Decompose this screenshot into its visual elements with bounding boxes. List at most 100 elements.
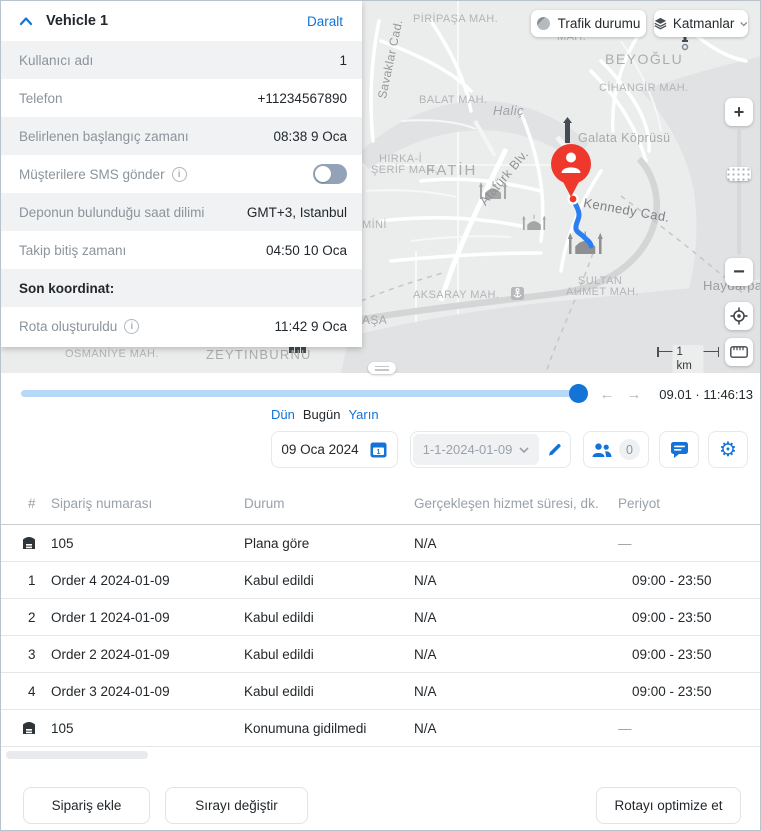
timeline-next-button[interactable]: →	[625, 384, 643, 404]
row-label: Kullanıcı adı	[19, 53, 93, 68]
order-number: Order 4 2024-01-09	[51, 573, 244, 588]
panel-drag-handle[interactable]	[368, 362, 396, 374]
row-label-text: Müşterilere SMS gönder	[19, 167, 165, 182]
change-order-button[interactable]: Sırayı değiştir	[165, 787, 308, 824]
pencil-icon	[547, 441, 563, 458]
date-label: 09 Oca 2024	[281, 442, 358, 457]
order-period: 09:00 - 23:50	[618, 573, 761, 588]
order-period: —	[618, 721, 761, 736]
order-period: —	[618, 536, 761, 551]
col-status: Durum	[244, 496, 414, 511]
zoom-slider-handle[interactable]	[727, 167, 751, 181]
zoom-in-button[interactable]: +	[725, 98, 753, 126]
timeline-handle[interactable]	[569, 384, 588, 403]
row-value: +11234567890	[258, 91, 347, 106]
add-order-button[interactable]: Sipariş ekle	[23, 787, 150, 824]
panel-row: Müşterilere SMS gönder i	[1, 155, 362, 193]
anchor-icon	[511, 287, 524, 300]
order-status: Kabul edildi	[244, 573, 414, 588]
order-service: N/A	[414, 647, 618, 662]
timeline-slider[interactable]	[21, 390, 584, 397]
order-service: N/A	[414, 684, 618, 699]
table-row[interactable]: 2 Order 1 2024-01-09 Kabul edildi N/A 09…	[1, 599, 761, 636]
row-value: 04:50 10 Oca	[266, 243, 347, 258]
row-label: Belirlenen başlangıç zamanı	[19, 129, 189, 144]
route-select[interactable]: 1-1-2024-01-09	[413, 434, 539, 465]
date-picker-button[interactable]: 09 Oca 2024 1	[271, 431, 398, 468]
order-status: Kabul edildi	[244, 610, 414, 625]
order-period: 09:00 - 23:50	[618, 647, 761, 662]
scale-label: 1 km	[673, 345, 704, 373]
order-seq: 3	[1, 647, 51, 662]
edit-route-button[interactable]	[539, 441, 570, 458]
order-period: 09:00 - 23:50	[618, 684, 761, 699]
order-period: 09:00 - 23:50	[618, 610, 761, 625]
timeline-prev-button[interactable]: ←	[598, 384, 616, 404]
panel-header: Vehicle 1 Daralt	[1, 1, 362, 41]
table-row[interactable]: 105 Plana göre N/A —	[1, 525, 761, 562]
row-value: 08:38 9 Oca	[273, 129, 347, 144]
zoom-slider-rail[interactable]	[737, 129, 741, 255]
col-seq: #	[1, 496, 51, 511]
depot-icon	[22, 534, 36, 549]
col-number: Sipariş numarası	[51, 496, 244, 511]
panel-row: Rota oluşturuldu i 11:42 9 Oca	[1, 307, 362, 345]
chat-button[interactable]	[659, 431, 699, 468]
ruler-button[interactable]	[725, 338, 753, 366]
day-link-tomorrow[interactable]: Yarın	[348, 407, 378, 422]
panel-row: Takip bitiş zamanı 04:50 10 Oca	[1, 231, 362, 269]
day-link-yesterday[interactable]: Dün	[271, 407, 295, 422]
couriers-icon	[592, 442, 612, 458]
info-icon[interactable]: i	[124, 319, 139, 334]
calendar-icon: 1	[369, 440, 388, 459]
settings-button[interactable]: ⚙	[708, 431, 748, 468]
panel-row: Kullanıcı adı 1	[1, 41, 362, 79]
couriers-button[interactable]: 0	[583, 431, 649, 468]
zoom-out-button[interactable]: −	[725, 258, 753, 286]
chevron-down-icon	[519, 447, 529, 453]
layers-button[interactable]: Katmanlar	[654, 10, 748, 37]
chat-icon	[670, 441, 689, 458]
order-number: Order 2 2024-01-09	[51, 647, 244, 662]
order-status: Konumuna gidilmedi	[244, 721, 414, 736]
collapse-link[interactable]: Daralt	[307, 14, 343, 29]
day-link-today[interactable]: Bugün	[303, 407, 341, 422]
scale-bar: 1 km	[657, 345, 719, 359]
panel-row: Belirlenen başlangıç zamanı 08:38 9 Oca	[1, 117, 362, 155]
vehicle-panel: Vehicle 1 Daralt Kullanıcı adı 1 Telefon…	[1, 1, 362, 347]
row-label-text: Rota oluşturuldu	[19, 319, 117, 334]
row-value: GMT+3, Istanbul	[247, 205, 347, 220]
chevron-down-icon	[740, 21, 748, 27]
horizontal-scrollbar[interactable]	[6, 751, 148, 759]
layers-label: Katmanlar	[673, 16, 735, 31]
order-number: 105	[51, 721, 244, 736]
app-window: PİRİPAŞA MAH.MAH.BEYOĞLUCİHANGİR MAH.BAL…	[0, 0, 761, 831]
panel-row: Son koordinat:	[1, 269, 362, 307]
row-label: Rota oluşturuldu i	[19, 319, 139, 334]
chevron-up-icon[interactable]	[19, 16, 33, 26]
col-period: Periyot	[618, 496, 761, 511]
order-number: Order 1 2024-01-09	[51, 610, 244, 625]
order-status: Kabul edildi	[244, 684, 414, 699]
geolocate-button[interactable]	[725, 302, 753, 330]
row-label: Müşterilere SMS gönder i	[19, 167, 187, 182]
order-status: Kabul edildi	[244, 647, 414, 662]
order-seq: 4	[1, 684, 51, 699]
geolocate-icon	[730, 307, 748, 325]
table-row[interactable]: 3 Order 2 2024-01-09 Kabul edildi N/A 09…	[1, 636, 761, 673]
route-select-value: 1-1-2024-01-09	[423, 442, 513, 457]
orders-table-body: 105 Plana göre N/A — 1 Order 4 2024-01-0…	[1, 525, 761, 747]
table-row[interactable]: 1 Order 4 2024-01-09 Kabul edildi N/A 09…	[1, 562, 761, 599]
info-icon[interactable]: i	[172, 167, 187, 182]
optimize-route-button[interactable]: Rotayı optimize et	[596, 787, 741, 824]
courier-marker[interactable]	[548, 142, 594, 202]
table-row[interactable]: 105 Konumuna gidilmedi N/A —	[1, 710, 761, 747]
toggle-knob	[315, 166, 331, 182]
sms-toggle[interactable]	[313, 164, 347, 184]
traffic-button[interactable]: Trafik durumu	[531, 10, 646, 37]
row-label: Telefon	[19, 91, 63, 106]
order-service: N/A	[414, 536, 618, 551]
svg-text:1: 1	[376, 449, 380, 456]
table-row[interactable]: 4 Order 3 2024-01-09 Kabul edildi N/A 09…	[1, 673, 761, 710]
order-seq: 2	[1, 610, 51, 625]
